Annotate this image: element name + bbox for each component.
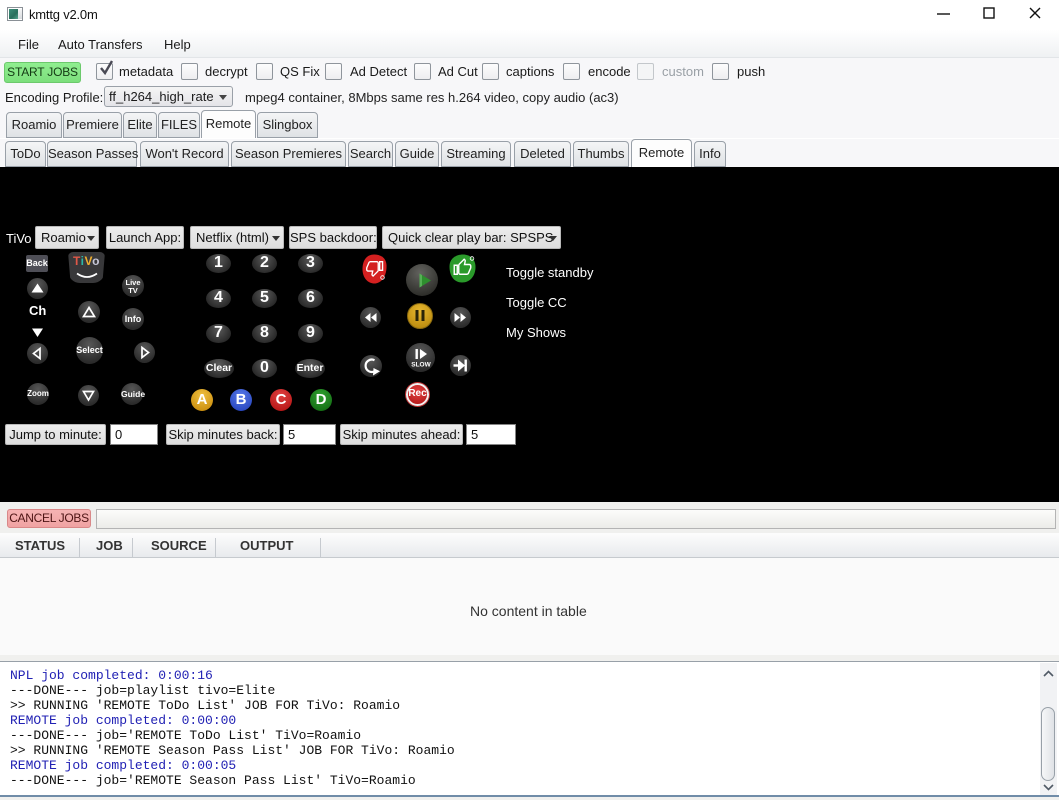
- svg-text:SLOW: SLOW: [411, 362, 431, 369]
